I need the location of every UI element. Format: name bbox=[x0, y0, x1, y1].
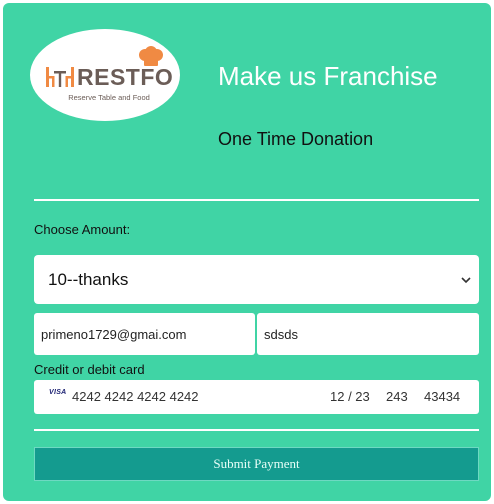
name-field-value: sdsds bbox=[264, 326, 298, 342]
card-expiry-input[interactable]: 12 / 23 bbox=[330, 389, 370, 404]
email-field-value: primeno1729@gmai.com bbox=[41, 326, 187, 342]
email-field[interactable]: primeno1729@gmai.com bbox=[34, 313, 255, 355]
submit-payment-button[interactable]: Submit Payment bbox=[34, 447, 479, 481]
divider bbox=[34, 199, 479, 201]
amount-select[interactable]: 10--thanks bbox=[34, 255, 479, 304]
name-field[interactable]: sdsds bbox=[257, 313, 479, 355]
page-subtitle: One Time Donation bbox=[218, 129, 374, 149]
amount-label: Choose Amount: bbox=[34, 222, 131, 237]
logo-wordmark: RESTFO bbox=[77, 64, 174, 90]
visa-icon: VISA bbox=[49, 389, 67, 396]
restfo-logo: RESTFO Reserve Table and Food bbox=[30, 29, 180, 121]
card-cvc-input[interactable]: 243 bbox=[386, 389, 408, 404]
table-chairs-icon bbox=[45, 65, 75, 94]
divider bbox=[34, 429, 479, 431]
card-element[interactable]: VISA 4242 4242 4242 4242 12 / 23 243 434… bbox=[34, 380, 479, 414]
chevron-down-icon bbox=[461, 271, 471, 289]
page-title: Make us Franchise bbox=[218, 61, 438, 91]
card-number-input[interactable]: 4242 4242 4242 4242 bbox=[72, 389, 199, 404]
card-zip-input[interactable]: 43434 bbox=[424, 389, 460, 404]
card-label: Credit or debit card bbox=[34, 362, 145, 377]
donation-form-panel: RESTFO Reserve Table and Food Make us Fr… bbox=[3, 3, 491, 501]
amount-select-value: 10--thanks bbox=[48, 269, 129, 289]
logo-tagline: Reserve Table and Food bbox=[68, 93, 150, 102]
